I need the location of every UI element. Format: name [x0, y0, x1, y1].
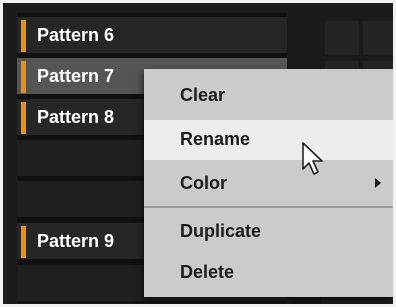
menu-item-clear[interactable]: Clear	[144, 76, 393, 116]
mouse-pointer-icon	[302, 142, 323, 175]
menu-item-label: Color	[180, 173, 227, 193]
menu-item-label: Duplicate	[180, 221, 262, 241]
pattern-label: Pattern 6	[37, 25, 115, 45]
menu-separator	[144, 206, 393, 208]
pattern-slot-6[interactable]: Pattern 6	[17, 17, 287, 53]
pattern-label: Pattern 7	[37, 66, 115, 86]
menu-item-rename[interactable]: Rename	[144, 120, 393, 160]
pattern-panel: Pattern 6 Pattern 7 Pattern 8 Pattern 9 …	[0, 0, 396, 307]
pattern-color-marker	[21, 226, 26, 258]
menu-item-label: Rename	[180, 129, 251, 149]
menu-item-duplicate[interactable]: Duplicate	[144, 212, 393, 252]
pattern-color-marker	[21, 102, 26, 134]
chevron-right-icon	[375, 178, 381, 188]
context-menu: Clear Rename Color Duplicate Delete	[144, 69, 393, 297]
menu-item-label: Delete	[180, 262, 235, 282]
menu-item-label: Clear	[180, 85, 226, 105]
grid-cell[interactable]	[363, 21, 393, 55]
pattern-label: Pattern 9	[37, 231, 115, 251]
menu-item-delete[interactable]: Delete	[144, 253, 393, 293]
pattern-color-marker	[21, 61, 26, 93]
pattern-color-marker	[21, 20, 26, 52]
grid-cell[interactable]	[325, 21, 359, 55]
pattern-label: Pattern 8	[37, 107, 115, 127]
menu-item-color[interactable]: Color	[144, 164, 393, 204]
